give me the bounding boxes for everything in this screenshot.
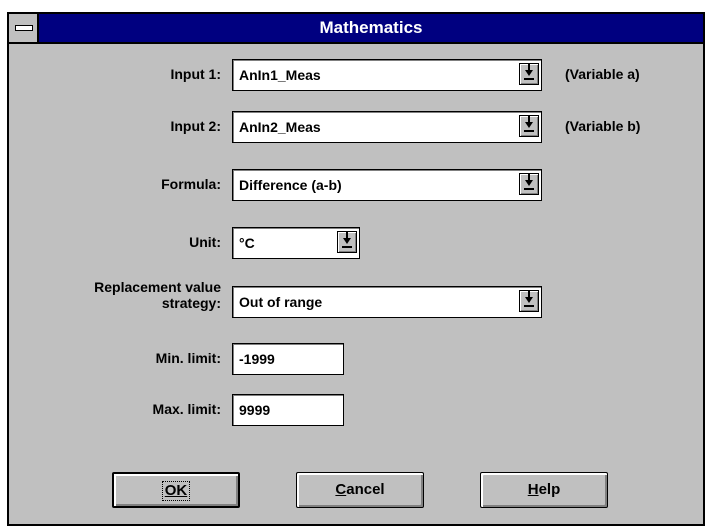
- mathematics-dialog: Mathematics Input 1: AnIn1_Meas (Variabl…: [7, 12, 705, 526]
- min-limit-field[interactable]: -1999: [232, 343, 344, 375]
- input2-value: AnIn2_Meas: [239, 119, 321, 135]
- help-accelerator: H: [527, 481, 539, 498]
- input2-variable-note: (Variable b): [565, 118, 641, 134]
- max-limit-field[interactable]: 9999: [232, 394, 344, 426]
- input1-label: Input 1:: [170, 66, 221, 82]
- help-button[interactable]: Help: [480, 472, 608, 508]
- input1-value: AnIn1_Meas: [239, 67, 321, 83]
- replacement-strategy-combo[interactable]: Out of range: [232, 286, 542, 318]
- input1-combo[interactable]: AnIn1_Meas: [232, 59, 542, 91]
- title-bar[interactable]: Mathematics: [9, 14, 703, 44]
- formula-value: Difference (a-b): [239, 177, 342, 193]
- system-menu-icon[interactable]: [9, 14, 39, 42]
- cancel-accelerator: C: [335, 481, 347, 498]
- formula-label: Formula:: [161, 176, 221, 192]
- cancel-button-label: ancel: [346, 481, 385, 498]
- ok-button-label: OK: [161, 481, 191, 501]
- min-limit-label: Min. limit:: [155, 350, 221, 366]
- input2-combo[interactable]: AnIn2_Meas: [232, 111, 542, 143]
- unit-value: °C: [239, 235, 255, 251]
- cancel-button[interactable]: Cancel: [296, 472, 424, 508]
- min-limit-value: -1999: [239, 351, 275, 367]
- unit-label: Unit:: [189, 234, 221, 250]
- input2-label: Input 2:: [170, 118, 221, 134]
- dropdown-arrow-icon[interactable]: [337, 231, 357, 253]
- dropdown-arrow-icon[interactable]: [519, 173, 539, 195]
- max-limit-label: Max. limit:: [152, 401, 221, 417]
- window-title: Mathematics: [319, 18, 423, 37]
- max-limit-value: 9999: [239, 402, 271, 418]
- unit-combo[interactable]: °C: [232, 227, 360, 259]
- input1-variable-note: (Variable a): [565, 66, 640, 82]
- formula-combo[interactable]: Difference (a-b): [232, 169, 542, 201]
- dropdown-arrow-icon[interactable]: [519, 63, 539, 85]
- replacement-strategy-value: Out of range: [239, 294, 323, 310]
- help-button-label: elp: [538, 481, 561, 498]
- replacement-strategy-label: Replacement value strategy:: [94, 279, 221, 311]
- dropdown-arrow-icon[interactable]: [519, 115, 539, 137]
- ok-button[interactable]: OK: [112, 472, 240, 508]
- dropdown-arrow-icon[interactable]: [519, 290, 539, 312]
